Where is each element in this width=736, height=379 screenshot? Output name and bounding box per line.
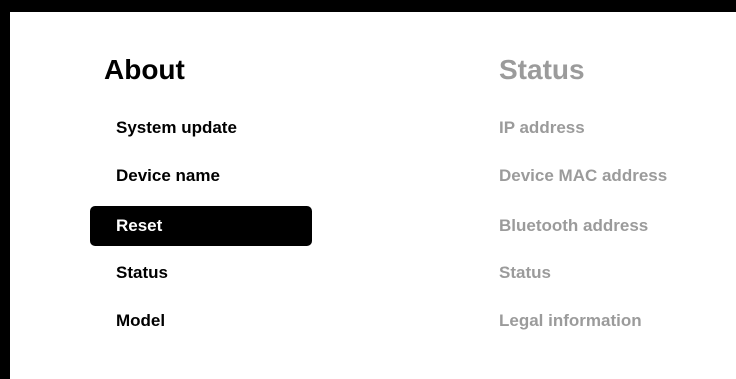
menu-item-reset[interactable]: Reset xyxy=(90,206,312,246)
status-item-bluetooth-address: Bluetooth address xyxy=(499,216,649,235)
menu-item-status[interactable]: Status xyxy=(90,253,312,293)
menu-item-model[interactable]: Model xyxy=(90,301,312,341)
about-title: About xyxy=(104,54,185,85)
status-item-status: Status xyxy=(499,263,551,282)
menu-item-device-name[interactable]: Device name xyxy=(90,156,312,196)
status-item-device-mac-address: Device MAC address xyxy=(499,166,668,185)
about-menu-panel: About System update Device name Reset St… xyxy=(90,12,312,379)
status-title: Status xyxy=(499,54,585,85)
status-preview-panel: Status IP address Device MAC address Blu… xyxy=(499,12,736,379)
status-item-ip-address: IP address xyxy=(499,118,585,137)
menu-item-system-update[interactable]: System update xyxy=(90,108,312,148)
about-settings-screen: About System update Device name Reset St… xyxy=(10,12,736,379)
status-item-legal-information: Legal information xyxy=(499,311,642,330)
